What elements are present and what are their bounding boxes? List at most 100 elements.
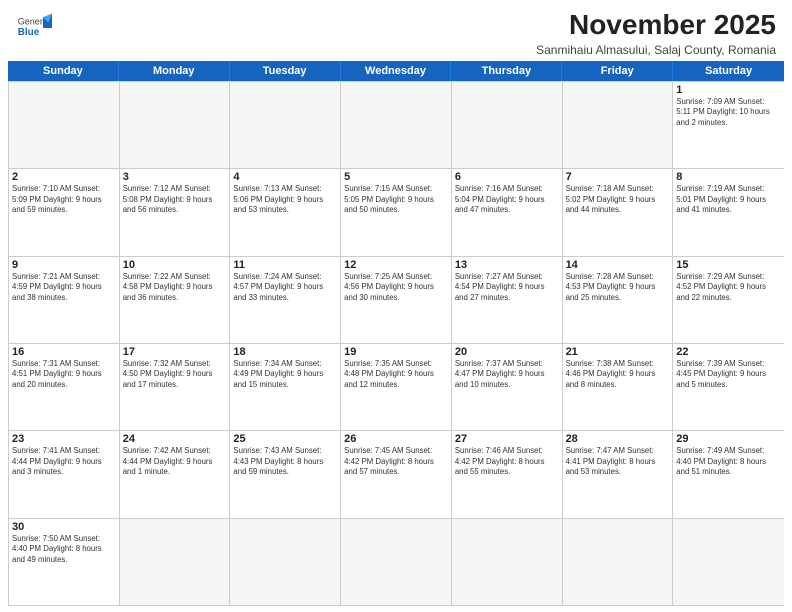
week-row-3: 16Sunrise: 7:31 AM Sunset: 4:51 PM Dayli…	[9, 343, 784, 430]
month-title: November 2025	[536, 10, 776, 41]
week-row-1: 2Sunrise: 7:10 AM Sunset: 5:09 PM Daylig…	[9, 168, 784, 255]
header-tuesday: Tuesday	[230, 61, 341, 81]
day-number: 23	[12, 433, 116, 445]
calendar: Sunday Monday Tuesday Wednesday Thursday…	[8, 61, 784, 606]
header-sunday: Sunday	[8, 61, 119, 81]
day-number: 28	[566, 433, 670, 445]
page: General Blue November 2025 Sanmihaiu Alm…	[0, 0, 792, 612]
day-cell-1-1: 3Sunrise: 7:12 AM Sunset: 5:08 PM Daylig…	[120, 169, 231, 255]
day-number: 16	[12, 346, 116, 358]
day-number: 26	[344, 433, 448, 445]
day-number: 14	[566, 259, 670, 271]
day-info: Sunrise: 7:29 AM Sunset: 4:52 PM Dayligh…	[676, 272, 781, 304]
day-number: 19	[344, 346, 448, 358]
day-info: Sunrise: 7:34 AM Sunset: 4:49 PM Dayligh…	[233, 359, 337, 391]
day-cell-2-6: 15Sunrise: 7:29 AM Sunset: 4:52 PM Dayli…	[673, 257, 784, 343]
header-wednesday: Wednesday	[341, 61, 452, 81]
day-info: Sunrise: 7:24 AM Sunset: 4:57 PM Dayligh…	[233, 272, 337, 304]
day-cell-5-2	[230, 519, 341, 605]
day-info: Sunrise: 7:50 AM Sunset: 4:40 PM Dayligh…	[12, 534, 116, 566]
day-cell-4-1: 24Sunrise: 7:42 AM Sunset: 4:44 PM Dayli…	[120, 431, 231, 517]
day-cell-2-3: 12Sunrise: 7:25 AM Sunset: 4:56 PM Dayli…	[341, 257, 452, 343]
day-cell-1-6: 8Sunrise: 7:19 AM Sunset: 5:01 PM Daylig…	[673, 169, 784, 255]
day-info: Sunrise: 7:19 AM Sunset: 5:01 PM Dayligh…	[676, 184, 781, 216]
day-cell-3-1: 17Sunrise: 7:32 AM Sunset: 4:50 PM Dayli…	[120, 344, 231, 430]
day-info: Sunrise: 7:25 AM Sunset: 4:56 PM Dayligh…	[344, 272, 448, 304]
day-info: Sunrise: 7:38 AM Sunset: 4:46 PM Dayligh…	[566, 359, 670, 391]
day-cell-5-5	[563, 519, 674, 605]
day-cell-2-4: 13Sunrise: 7:27 AM Sunset: 4:54 PM Dayli…	[452, 257, 563, 343]
day-info: Sunrise: 7:32 AM Sunset: 4:50 PM Dayligh…	[123, 359, 227, 391]
day-number: 9	[12, 259, 116, 271]
subtitle: Sanmihaiu Almasului, Salaj County, Roman…	[536, 43, 776, 57]
day-cell-1-3: 5Sunrise: 7:15 AM Sunset: 5:05 PM Daylig…	[341, 169, 452, 255]
day-cell-0-3	[341, 82, 452, 168]
header: General Blue November 2025 Sanmihaiu Alm…	[0, 0, 792, 61]
day-cell-5-1	[120, 519, 231, 605]
day-number: 11	[233, 259, 337, 271]
day-info: Sunrise: 7:43 AM Sunset: 4:43 PM Dayligh…	[233, 446, 337, 478]
day-cell-0-1	[120, 82, 231, 168]
day-cell-3-5: 21Sunrise: 7:38 AM Sunset: 4:46 PM Dayli…	[563, 344, 674, 430]
day-info: Sunrise: 7:12 AM Sunset: 5:08 PM Dayligh…	[123, 184, 227, 216]
day-number: 18	[233, 346, 337, 358]
svg-text:Blue: Blue	[18, 27, 40, 38]
day-number: 5	[344, 171, 448, 183]
week-row-4: 23Sunrise: 7:41 AM Sunset: 4:44 PM Dayli…	[9, 430, 784, 517]
day-number: 24	[123, 433, 227, 445]
day-info: Sunrise: 7:49 AM Sunset: 4:40 PM Dayligh…	[676, 446, 781, 478]
header-saturday: Saturday	[673, 61, 784, 81]
title-block: November 2025 Sanmihaiu Almasului, Salaj…	[536, 10, 776, 57]
day-info: Sunrise: 7:39 AM Sunset: 4:45 PM Dayligh…	[676, 359, 781, 391]
day-cell-2-2: 11Sunrise: 7:24 AM Sunset: 4:57 PM Dayli…	[230, 257, 341, 343]
day-cell-4-5: 28Sunrise: 7:47 AM Sunset: 4:41 PM Dayli…	[563, 431, 674, 517]
day-number: 6	[455, 171, 559, 183]
day-cell-3-0: 16Sunrise: 7:31 AM Sunset: 4:51 PM Dayli…	[9, 344, 120, 430]
day-number: 27	[455, 433, 559, 445]
day-cell-3-2: 18Sunrise: 7:34 AM Sunset: 4:49 PM Dayli…	[230, 344, 341, 430]
week-row-2: 9Sunrise: 7:21 AM Sunset: 4:59 PM Daylig…	[9, 256, 784, 343]
header-friday: Friday	[562, 61, 673, 81]
logo-icon: General Blue	[16, 10, 52, 46]
day-number: 10	[123, 259, 227, 271]
day-number: 1	[676, 84, 781, 96]
day-info: Sunrise: 7:41 AM Sunset: 4:44 PM Dayligh…	[12, 446, 116, 478]
day-info: Sunrise: 7:18 AM Sunset: 5:02 PM Dayligh…	[566, 184, 670, 216]
day-cell-5-4	[452, 519, 563, 605]
day-info: Sunrise: 7:22 AM Sunset: 4:58 PM Dayligh…	[123, 272, 227, 304]
day-number: 3	[123, 171, 227, 183]
day-cell-5-3	[341, 519, 452, 605]
day-cell-0-4	[452, 82, 563, 168]
day-info: Sunrise: 7:16 AM Sunset: 5:04 PM Dayligh…	[455, 184, 559, 216]
day-number: 7	[566, 171, 670, 183]
week-row-0: 1Sunrise: 7:09 AM Sunset: 5:11 PM Daylig…	[9, 81, 784, 168]
day-info: Sunrise: 7:15 AM Sunset: 5:05 PM Dayligh…	[344, 184, 448, 216]
day-number: 4	[233, 171, 337, 183]
day-info: Sunrise: 7:47 AM Sunset: 4:41 PM Dayligh…	[566, 446, 670, 478]
day-cell-2-0: 9Sunrise: 7:21 AM Sunset: 4:59 PM Daylig…	[9, 257, 120, 343]
day-number: 17	[123, 346, 227, 358]
day-cell-2-1: 10Sunrise: 7:22 AM Sunset: 4:58 PM Dayli…	[120, 257, 231, 343]
day-number: 29	[676, 433, 781, 445]
day-info: Sunrise: 7:46 AM Sunset: 4:42 PM Dayligh…	[455, 446, 559, 478]
day-headers: Sunday Monday Tuesday Wednesday Thursday…	[8, 61, 784, 81]
day-cell-4-6: 29Sunrise: 7:49 AM Sunset: 4:40 PM Dayli…	[673, 431, 784, 517]
day-info: Sunrise: 7:13 AM Sunset: 5:06 PM Dayligh…	[233, 184, 337, 216]
day-cell-3-4: 20Sunrise: 7:37 AM Sunset: 4:47 PM Dayli…	[452, 344, 563, 430]
day-number: 30	[12, 521, 116, 533]
day-cell-3-3: 19Sunrise: 7:35 AM Sunset: 4:48 PM Dayli…	[341, 344, 452, 430]
day-info: Sunrise: 7:31 AM Sunset: 4:51 PM Dayligh…	[12, 359, 116, 391]
day-info: Sunrise: 7:42 AM Sunset: 4:44 PM Dayligh…	[123, 446, 227, 478]
logo: General Blue	[16, 10, 52, 46]
week-row-5: 30Sunrise: 7:50 AM Sunset: 4:40 PM Dayli…	[9, 518, 784, 605]
day-number: 15	[676, 259, 781, 271]
day-cell-5-6	[673, 519, 784, 605]
day-cell-0-5	[563, 82, 674, 168]
day-cell-1-0: 2Sunrise: 7:10 AM Sunset: 5:09 PM Daylig…	[9, 169, 120, 255]
day-number: 22	[676, 346, 781, 358]
day-info: Sunrise: 7:45 AM Sunset: 4:42 PM Dayligh…	[344, 446, 448, 478]
day-info: Sunrise: 7:09 AM Sunset: 5:11 PM Dayligh…	[676, 97, 781, 129]
day-cell-1-5: 7Sunrise: 7:18 AM Sunset: 5:02 PM Daylig…	[563, 169, 674, 255]
day-number: 13	[455, 259, 559, 271]
header-thursday: Thursday	[451, 61, 562, 81]
